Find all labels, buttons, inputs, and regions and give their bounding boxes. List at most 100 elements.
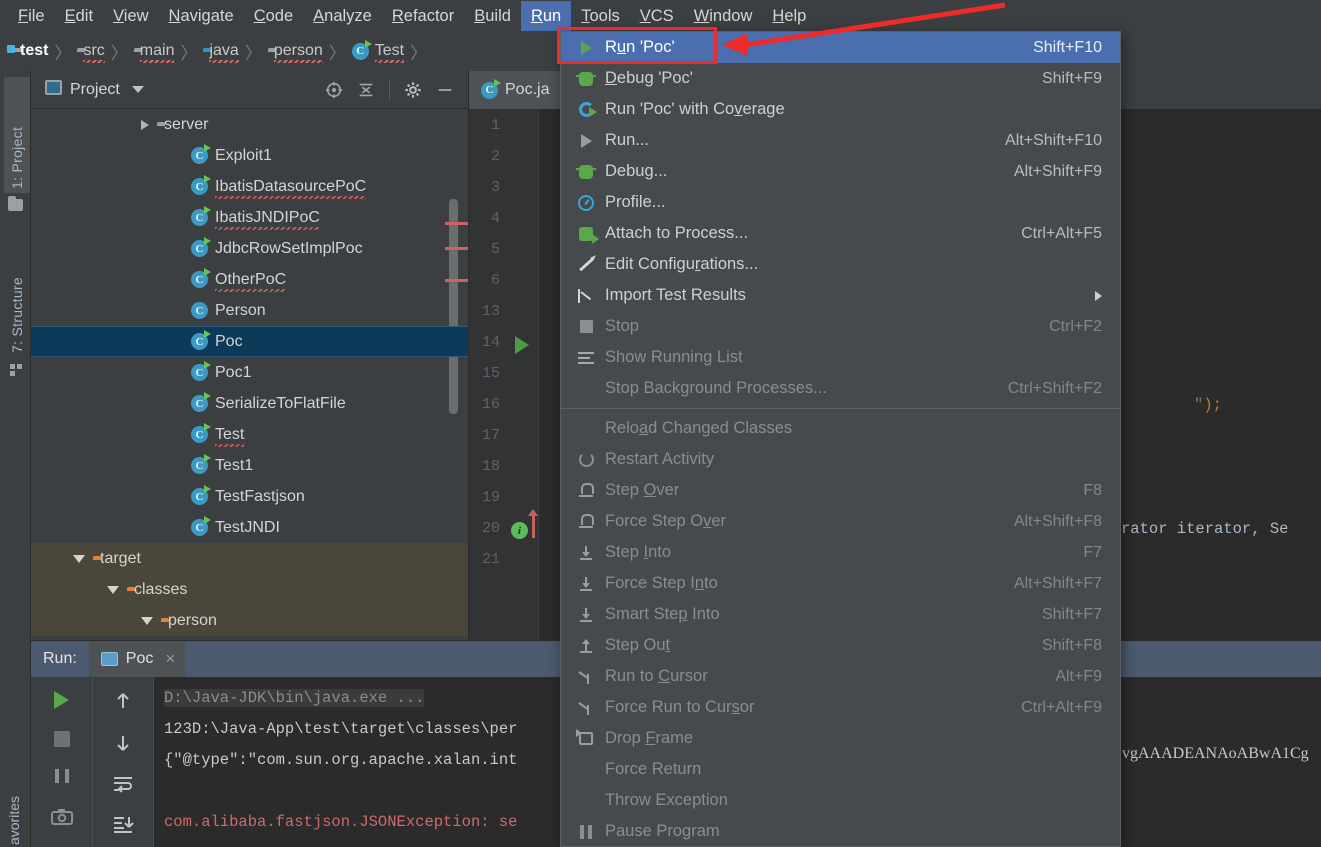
- tree-node-Test[interactable]: C Test: [31, 419, 468, 450]
- chevron-right-icon[interactable]: [141, 119, 149, 130]
- gutter-line-number: 4: [490, 210, 500, 227]
- menu-item-attach-to-process[interactable]: Attach to Process... Ctrl+Alt+F5: [561, 218, 1120, 249]
- tree-node-classes[interactable]: classes: [31, 574, 468, 605]
- menu-item-stop-background-processes[interactable]: Stop Background Processes... Ctrl+Shift+F…: [561, 373, 1120, 404]
- menu-item-run-to-cursor[interactable]: Run to Cursor Alt+F9: [561, 661, 1120, 692]
- menu-item-edit-configurations[interactable]: Edit Configurations...: [561, 249, 1120, 280]
- menu-item-import-test-results[interactable]: Import Test Results: [561, 280, 1120, 311]
- rerun-icon[interactable]: [54, 691, 69, 709]
- menu-item-smart-step-into[interactable]: Smart Step Into Shift+F7: [561, 599, 1120, 630]
- menu-item-restart-activity[interactable]: Restart Activity: [561, 444, 1120, 475]
- breadcrumb-item-main[interactable]: main: [130, 42, 179, 63]
- menubar-item-analyze[interactable]: Analyze: [303, 1, 382, 31]
- breadcrumb-item-src[interactable]: src: [73, 42, 108, 63]
- menu-item-label: Run 'Poc': [605, 38, 675, 56]
- tree-node-JdbcRowSetImplPoc[interactable]: C JdbcRowSetImplPoc: [31, 233, 468, 264]
- intention-bulb-icon[interactable]: i: [511, 522, 528, 539]
- menubar-item-build[interactable]: Build: [464, 1, 521, 31]
- editor-tab-poc[interactable]: C Poc.ja: [469, 71, 562, 109]
- menu-item-label: Force Step Over: [605, 512, 727, 530]
- breadcrumb-item-java[interactable]: java: [199, 42, 242, 63]
- menubar-item-code[interactable]: Code: [244, 1, 303, 31]
- tree-node-TestFastjson[interactable]: C TestFastjson: [31, 481, 468, 512]
- menubar-item-tools[interactable]: Tools: [571, 1, 630, 31]
- menu-item-show-running-list[interactable]: Show Running List: [561, 342, 1120, 373]
- close-icon[interactable]: ×: [165, 649, 175, 669]
- menubar-item-edit[interactable]: Edit: [55, 1, 103, 31]
- stop-icon[interactable]: [53, 731, 70, 747]
- tree-node-TestJNDI[interactable]: C TestJNDI: [31, 512, 468, 543]
- menu-item-label: Run 'Poc' with Coverage: [605, 100, 785, 118]
- menu-item-throw-exception[interactable]: Throw Exception: [561, 785, 1120, 816]
- menubar-item-run[interactable]: Run: [520, 0, 572, 31]
- chevron-down-icon[interactable]: [131, 86, 144, 93]
- menubar-item-vcs[interactable]: VCS: [630, 1, 684, 31]
- project-tree[interactable]: server C Exploit1 C IbatisDatasourcePoC C Ibat…: [31, 109, 468, 640]
- run-tab-poc[interactable]: Poc ×: [88, 641, 186, 677]
- menu-item-drop-frame[interactable]: Drop Frame: [561, 723, 1120, 754]
- pause-icon[interactable]: [54, 769, 69, 786]
- menu-item-icon: [575, 452, 597, 467]
- run-toolbar-right-column: [92, 677, 153, 847]
- tree-node-Poc[interactable]: C Poc: [31, 326, 468, 357]
- menu-item-run[interactable]: Run... Alt+Shift+F10: [561, 125, 1120, 156]
- breadcrumb-item-person[interactable]: person: [264, 42, 327, 63]
- tree-node-target[interactable]: target: [31, 543, 468, 574]
- menu-item-debug[interactable]: Debug... Alt+Shift+F9: [561, 156, 1120, 187]
- tree-node-IbatisJNDIPoC[interactable]: C IbatisJNDIPoC: [31, 202, 468, 233]
- menu-item-step-into[interactable]: Step Into F7: [561, 537, 1120, 568]
- menu-item-force-step-over[interactable]: Force Step Over Alt+Shift+F8: [561, 506, 1120, 537]
- menu-item-label: Attach to Process...: [605, 224, 749, 242]
- menubar-item-view[interactable]: View: [103, 1, 158, 31]
- menubar-item-navigate[interactable]: Navigate: [159, 1, 244, 31]
- collapse-all-icon[interactable]: [357, 81, 375, 99]
- settings-gear-icon[interactable]: [404, 81, 422, 99]
- menu-item-run-poc-with-coverage[interactable]: Run 'Poc' with Coverage: [561, 94, 1120, 125]
- down-arrow-icon[interactable]: [113, 733, 133, 753]
- soft-wrap-icon[interactable]: [112, 775, 134, 793]
- tree-node-IbatisDatasourcePoC[interactable]: C IbatisDatasourcePoC: [31, 171, 468, 202]
- locate-icon[interactable]: [325, 81, 343, 99]
- tree-node-Poc1[interactable]: C Poc1: [31, 357, 468, 388]
- tree-node-SerializeToFlatFile[interactable]: C SerializeToFlatFile: [31, 388, 468, 419]
- menubar-item-file[interactable]: File: [8, 1, 55, 31]
- menu-item-force-run-to-cursor[interactable]: Force Run to Cursor Ctrl+Alt+F9: [561, 692, 1120, 723]
- menu-item-step-out[interactable]: Step Out Shift+F8: [561, 630, 1120, 661]
- editor-gutter[interactable]: 1 2 3 4 5 6 13 14 15 16 17 18 19 20 21 i: [469, 109, 539, 640]
- menu-item-reload-changed-classes[interactable]: Reload Changed Classes: [561, 413, 1120, 444]
- menubar-item-help[interactable]: Help: [762, 1, 816, 31]
- menu-item-pause-program[interactable]: Pause Program: [561, 816, 1120, 846]
- menubar-item-window[interactable]: Window: [684, 1, 763, 31]
- breadcrumb-item-test[interactable]: test: [10, 42, 52, 60]
- menu-item-debug-poc[interactable]: Debug 'Poc' Shift+F9: [561, 63, 1120, 94]
- chevron-down-icon[interactable]: [107, 585, 119, 594]
- sidebar-item-project[interactable]: 1: Project: [4, 77, 30, 193]
- menu-item-force-return[interactable]: Force Return: [561, 754, 1120, 785]
- menu-item-force-step-into[interactable]: Force Step Into Alt+Shift+F7: [561, 568, 1120, 599]
- screenshot-icon[interactable]: [50, 808, 73, 825]
- tree-node-OtherPoC[interactable]: C OtherPoC: [31, 264, 468, 295]
- menu-item-stop[interactable]: Stop Ctrl+F2: [561, 311, 1120, 342]
- tree-node-Test1[interactable]: C Test1: [31, 450, 468, 481]
- menubar-item-refactor[interactable]: Refactor: [382, 1, 464, 31]
- breadcrumb-item-Test[interactable]: C Test: [348, 39, 408, 63]
- sidebar-item-structure[interactable]: 7: Structure: [4, 231, 30, 357]
- up-arrow-icon[interactable]: [113, 691, 133, 711]
- tree-node-server[interactable]: server: [31, 109, 468, 140]
- chevron-down-icon[interactable]: [73, 554, 85, 563]
- scroll-to-end-icon[interactable]: [112, 815, 134, 834]
- menu-item-profile[interactable]: Profile...: [561, 187, 1120, 218]
- menu-item-step-over[interactable]: Step Over F8: [561, 475, 1120, 506]
- sidebar-item-favorites[interactable]: avorites: [6, 796, 22, 845]
- menu-item-label: Debug...: [605, 162, 668, 180]
- menu-item-run-poc[interactable]: Run 'Poc' Shift+F10: [561, 32, 1120, 63]
- tree-node-Exploit1[interactable]: C Exploit1: [31, 140, 468, 171]
- run-arrow-icon[interactable]: [515, 336, 529, 354]
- tree-node-person[interactable]: person: [31, 605, 468, 636]
- menu-item-shortcut: Alt+F9: [1055, 667, 1102, 685]
- tree-node-Person[interactable]: C Person: [31, 295, 468, 326]
- hide-icon[interactable]: [436, 81, 454, 99]
- run-menu-popup[interactable]: Run 'Poc' Shift+F10 Debug 'Poc' Shift+F9 Run…: [560, 31, 1121, 847]
- chevron-down-icon[interactable]: [141, 616, 153, 625]
- gutter-line-number: 18: [481, 458, 500, 475]
